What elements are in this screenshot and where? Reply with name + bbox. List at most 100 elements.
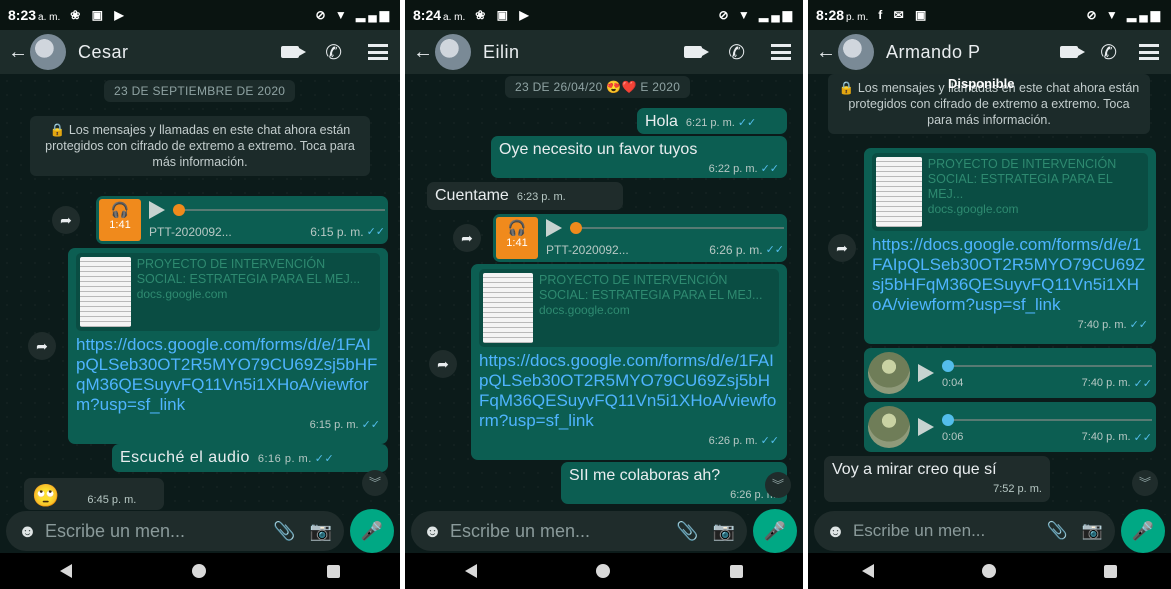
phone-call-icon[interactable]: ✆ <box>325 40 342 65</box>
message-link[interactable]: https://docs.google.com/forms/d/e/1FAIpQ… <box>76 335 380 415</box>
audio-track[interactable] <box>942 359 1152 372</box>
link-message[interactable]: PROYECTO DE INTERVENCIÓN SOCIAL: ESTRATE… <box>864 148 1156 344</box>
link-preview[interactable]: PROYECTO DE INTERVENCIÓN SOCIAL: ESTRATE… <box>479 269 779 347</box>
back-arrow-icon[interactable]: ← <box>816 41 838 64</box>
avatar[interactable] <box>435 34 471 70</box>
avatar[interactable] <box>30 34 66 70</box>
voice-message[interactable]: 0:04 7:40 p. m. ✓✓ <box>864 348 1156 398</box>
text-message[interactable]: Voy a mirar creo que sí 7:52 p. m. <box>824 456 1050 502</box>
lock-icon: 🔒 <box>838 81 855 95</box>
menu-icon[interactable] <box>771 44 791 60</box>
mic-button[interactable]: 🎤 <box>753 509 797 553</box>
nav-back-icon[interactable] <box>464 564 477 578</box>
forward-icon[interactable]: ➦ <box>453 224 481 252</box>
camera-icon[interactable]: 📷 <box>713 521 735 542</box>
audio-track[interactable] <box>942 413 1152 426</box>
nav-recents-icon[interactable] <box>326 564 340 578</box>
link-preview[interactable]: PROYECTO DE INTERVENCIÓN SOCIAL: ESTRATE… <box>872 153 1148 231</box>
message-list[interactable]: 🔒 Los mensajes y llamadas en este chat a… <box>808 74 1171 515</box>
voice-message[interactable]: 0:06 7:40 p. m. ✓✓ <box>864 402 1156 452</box>
text-message[interactable]: Oye necesito un favor tuyos 6:22 p. m. ✓✓ <box>491 136 787 178</box>
contact-name[interactable]: Eilin <box>483 42 684 63</box>
camera-icon[interactable]: 📷 <box>1082 521 1103 541</box>
nav-home-icon[interactable] <box>192 564 207 578</box>
doc-title: PROYECTO DE INTERVENCIÓN SOCIAL: ESTRATE… <box>539 273 763 302</box>
scroll-down-icon[interactable]: ︾ <box>765 472 791 498</box>
nav-back-icon[interactable] <box>862 564 874 578</box>
doc-thumbnail <box>483 273 533 343</box>
emoji-icon[interactable]: ☻ <box>423 521 442 542</box>
message-input[interactable]: ☻ Escribe un men... 📎 📷 <box>411 511 747 551</box>
attach-icon[interactable]: 📎 <box>676 521 698 542</box>
play-icon[interactable] <box>918 418 934 436</box>
message-list[interactable]: 23 DE SEPTIEMBRE DE 2020 🔒 Los mensajes … <box>0 74 400 515</box>
phone-call-icon[interactable]: ✆ <box>1100 40 1117 65</box>
link-message[interactable]: PROYECTO DE INTERVENCIÓN SOCIAL: ESTRATE… <box>471 264 787 460</box>
text-message[interactable]: Escuché el audio 6:16 p. m. ✓✓ <box>112 444 388 472</box>
mic-button[interactable]: 🎤 <box>350 509 394 553</box>
attach-icon[interactable]: 📎 <box>273 521 295 542</box>
play-icon[interactable] <box>149 201 165 219</box>
voice-duration: 0:04 <box>942 376 964 389</box>
nav-home-icon[interactable] <box>596 564 611 578</box>
back-arrow-icon[interactable]: ← <box>413 41 435 64</box>
video-call-icon[interactable] <box>684 46 710 58</box>
nav-recents-icon[interactable] <box>730 564 744 578</box>
message-time: 7:40 p. m. <box>1081 376 1131 389</box>
audio-scrubber[interactable] <box>942 359 954 372</box>
menu-icon[interactable] <box>1139 44 1159 60</box>
doc-host: docs.google.com <box>927 202 1019 216</box>
audio-scrubber[interactable] <box>173 204 185 216</box>
nav-recents-icon[interactable] <box>1104 564 1117 578</box>
audio-scrubber[interactable] <box>570 222 582 234</box>
headphones-icon: 🎧 1:41 <box>496 217 538 259</box>
message-input[interactable]: ☻ Escribe un men... 📎 📷 <box>814 511 1115 551</box>
android-navbar <box>405 553 803 589</box>
text-message[interactable]: Hola 6:21 p. m. ✓✓ <box>637 108 787 134</box>
forward-icon[interactable]: ➦ <box>28 332 56 360</box>
menu-icon[interactable] <box>368 44 388 60</box>
message-link[interactable]: https://docs.google.com/forms/d/e/1FAIpQ… <box>872 235 1148 315</box>
video-call-icon[interactable] <box>1060 46 1086 58</box>
back-arrow-icon[interactable]: ← <box>8 41 30 64</box>
status-bar: 8:23 a. m. ❀ ▣ ▶ ⊘ ▼ ▂▄▆ <box>0 0 400 30</box>
contact-name[interactable]: Cesar <box>78 42 281 63</box>
attach-icon[interactable]: 📎 <box>1047 521 1068 541</box>
mic-button[interactable]: 🎤 <box>1121 509 1165 553</box>
audio-message[interactable]: 🎧 1:41 PTT-2020092... 6:26 p. m. ✓✓ <box>493 214 787 262</box>
encryption-notice[interactable]: 🔒 Los mensajes y llamadas en este chat a… <box>30 116 370 176</box>
forward-icon[interactable]: ➦ <box>828 234 856 262</box>
link-message[interactable]: PROYECTO DE INTERVENCIÓN SOCIAL: ESTRATE… <box>68 248 388 444</box>
audio-track[interactable] <box>570 222 784 234</box>
read-ticks-icon: ✓✓ <box>361 419 380 431</box>
nav-home-icon[interactable] <box>982 564 996 578</box>
audio-track[interactable] <box>173 204 385 216</box>
audio-message[interactable]: 🎧 1:41 PTT-2020092... 6:15 p. m. ✓✓ <box>96 196 388 244</box>
link-preview[interactable]: PROYECTO DE INTERVENCIÓN SOCIAL: ESTRATE… <box>76 253 380 331</box>
video-call-icon[interactable] <box>281 46 307 58</box>
audio-scrubber[interactable] <box>942 413 954 426</box>
contact-name[interactable]: Armando P <box>886 42 1060 63</box>
camera-icon[interactable]: 📷 <box>310 521 332 542</box>
message-list[interactable]: 23 DE 26/04/20 😍❤️ E 2020 Hola 6:21 p. m.… <box>405 74 803 515</box>
message-input[interactable]: ☻ Escribe un men... 📎 📷 <box>6 511 344 551</box>
message-time: 6:15 p. m. <box>309 419 359 431</box>
doc-thumbnail <box>80 257 131 327</box>
nav-back-icon[interactable] <box>60 564 73 578</box>
avatar[interactable] <box>838 34 874 70</box>
emoji-icon[interactable]: ☻ <box>826 521 845 542</box>
text-message[interactable]: 🙄 6:45 p. m. <box>24 478 164 510</box>
play-icon[interactable] <box>918 364 934 382</box>
forward-icon[interactable]: ➦ <box>429 350 457 378</box>
message-link[interactable]: https://docs.google.com/forms/d/e/1FAIpQ… <box>479 351 779 431</box>
notification-icons: ❀ ▣ ▶ <box>70 8 128 22</box>
phone-call-icon[interactable]: ✆ <box>728 40 745 65</box>
forward-icon[interactable]: ➦ <box>52 206 80 234</box>
text-message[interactable]: SII me colaboras ah? 6:26 p. m. <box>561 462 787 504</box>
scroll-down-icon[interactable]: ︾ <box>1132 470 1158 496</box>
text-message[interactable]: Cuentame 6:23 p. m. <box>427 182 623 210</box>
play-icon[interactable] <box>546 219 562 237</box>
emoji-icon[interactable]: ☻ <box>18 521 37 542</box>
status-time: 8:28 <box>816 7 845 23</box>
scroll-down-icon[interactable]: ︾ <box>362 470 388 496</box>
